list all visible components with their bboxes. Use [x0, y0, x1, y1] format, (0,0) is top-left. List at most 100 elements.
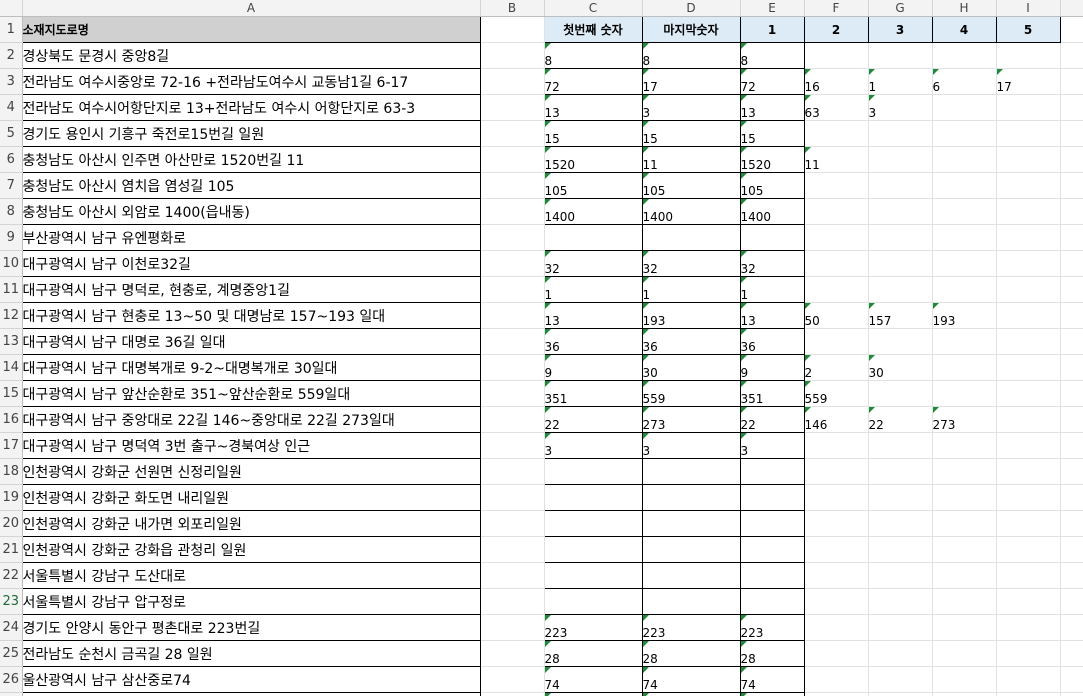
- cell-f18[interactable]: [804, 458, 869, 485]
- cell-a14[interactable]: 대구광역시 남구 대명복개로 9-2~대명복개로 30일대: [22, 354, 481, 381]
- cell-e6[interactable]: 1520: [740, 146, 805, 173]
- cell-b14[interactable]: [480, 354, 545, 381]
- cell-c24[interactable]: 223: [544, 614, 643, 641]
- cell-b19[interactable]: [480, 484, 545, 511]
- cell-h11[interactable]: [932, 276, 997, 303]
- column-header-i[interactable]: I: [996, 0, 1061, 17]
- cell-i27[interactable]: [996, 692, 1061, 696]
- cell-e13[interactable]: 36: [740, 328, 805, 355]
- cell-c4[interactable]: 13: [544, 94, 643, 121]
- cell-j16[interactable]: [1060, 406, 1083, 433]
- cell-h17[interactable]: [932, 432, 997, 459]
- cell-j17[interactable]: [1060, 432, 1083, 459]
- cell-g7[interactable]: [868, 172, 933, 199]
- cell-b18[interactable]: [480, 458, 545, 485]
- cell-g4[interactable]: 3: [868, 94, 933, 121]
- cell-i26[interactable]: [996, 666, 1061, 693]
- cell-h2[interactable]: [932, 42, 997, 69]
- column-header-a[interactable]: A: [22, 0, 481, 17]
- cell-e8[interactable]: 1400: [740, 198, 805, 225]
- cell-e1[interactable]: 1: [740, 16, 805, 43]
- cell-a8[interactable]: 충청남도 아산시 외암로 1400(읍내동): [22, 198, 481, 225]
- cell-g11[interactable]: [868, 276, 933, 303]
- column-header-h[interactable]: H: [932, 0, 997, 17]
- cell-j5[interactable]: [1060, 120, 1083, 147]
- cell-f26[interactable]: [804, 666, 869, 693]
- cell-a26[interactable]: 울산광역시 남구 삼산중로74: [22, 666, 481, 693]
- cell-h21[interactable]: [932, 536, 997, 563]
- cell-f21[interactable]: [804, 536, 869, 563]
- cell-a12[interactable]: 대구광역시 남구 현충로 13~50 및 대명남로 157~193 일대: [22, 302, 481, 329]
- cell-b20[interactable]: [480, 510, 545, 537]
- row-header-7[interactable]: 7: [0, 172, 23, 199]
- cell-d3[interactable]: 17: [642, 68, 741, 95]
- cell-f5[interactable]: [804, 120, 869, 147]
- cell-i16[interactable]: [996, 406, 1061, 433]
- cell-a1[interactable]: 소재지도로명: [22, 16, 481, 43]
- cell-j2[interactable]: [1060, 42, 1083, 69]
- cell-h18[interactable]: [932, 458, 997, 485]
- cell-d12[interactable]: 193: [642, 302, 741, 329]
- cell-g13[interactable]: [868, 328, 933, 355]
- cell-c18[interactable]: [544, 458, 643, 485]
- cell-i14[interactable]: [996, 354, 1061, 381]
- cell-a4[interactable]: 전라남도 여수시어항단지로 13+전라남도 여수시 어항단지로 63-3: [22, 94, 481, 121]
- cell-j13[interactable]: [1060, 328, 1083, 355]
- cell-b25[interactable]: [480, 640, 545, 667]
- cell-h5[interactable]: [932, 120, 997, 147]
- cell-g6[interactable]: [868, 146, 933, 173]
- cell-a15[interactable]: 대구광역시 남구 앞산순환로 351~앞산순환로 559일대: [22, 380, 481, 407]
- row-header-23[interactable]: 23: [0, 588, 23, 615]
- cell-i25[interactable]: [996, 640, 1061, 667]
- cell-a18[interactable]: 인천광역시 강화군 선원면 신정리일원: [22, 458, 481, 485]
- cell-a17[interactable]: 대구광역시 남구 명덕역 3번 출구~경북여상 인근: [22, 432, 481, 459]
- cell-b5[interactable]: [480, 120, 545, 147]
- cell-c5[interactable]: 15: [544, 120, 643, 147]
- cell-b6[interactable]: [480, 146, 545, 173]
- row-header-5[interactable]: 5: [0, 120, 23, 147]
- cell-h23[interactable]: [932, 588, 997, 615]
- row-header-4[interactable]: 4: [0, 94, 23, 121]
- row-header-14[interactable]: 14: [0, 354, 23, 381]
- cell-g10[interactable]: [868, 250, 933, 277]
- cell-d14[interactable]: 30: [642, 354, 741, 381]
- column-header-g[interactable]: G: [868, 0, 933, 17]
- cell-h9[interactable]: [932, 224, 997, 251]
- cell-c10[interactable]: 32: [544, 250, 643, 277]
- cell-a2[interactable]: 경상북도 문경시 중앙8길: [22, 42, 481, 69]
- cell-d4[interactable]: 3: [642, 94, 741, 121]
- cell-f8[interactable]: [804, 198, 869, 225]
- cell-a5[interactable]: 경기도 용인시 기흥구 죽전로15번길 일원: [22, 120, 481, 147]
- row-header-17[interactable]: 17: [0, 432, 23, 459]
- cell-f19[interactable]: [804, 484, 869, 511]
- cell-f17[interactable]: [804, 432, 869, 459]
- cell-f20[interactable]: [804, 510, 869, 537]
- cell-f14[interactable]: 2: [804, 354, 869, 381]
- cell-f1[interactable]: 2: [804, 16, 869, 43]
- row-header-16[interactable]: 16: [0, 406, 23, 433]
- row-header-8[interactable]: 8: [0, 198, 23, 225]
- cell-e14[interactable]: 9: [740, 354, 805, 381]
- cell-f24[interactable]: [804, 614, 869, 641]
- cell-e22[interactable]: [740, 562, 805, 589]
- cell-a19[interactable]: 인천광역시 강화군 화도면 내리일원: [22, 484, 481, 511]
- cell-c27[interactable]: [544, 692, 643, 696]
- cell-d23[interactable]: [642, 588, 741, 615]
- cell-b26[interactable]: [480, 666, 545, 693]
- cell-c20[interactable]: [544, 510, 643, 537]
- row-header-13[interactable]: 13: [0, 328, 23, 355]
- cell-h13[interactable]: [932, 328, 997, 355]
- cell-a11[interactable]: 대구광역시 남구 명덕로, 현충로, 계명중앙1길: [22, 276, 481, 303]
- cell-b7[interactable]: [480, 172, 545, 199]
- cell-d17[interactable]: 3: [642, 432, 741, 459]
- cell-g16[interactable]: 22: [868, 406, 933, 433]
- cell-e12[interactable]: 13: [740, 302, 805, 329]
- cell-e17[interactable]: 3: [740, 432, 805, 459]
- cell-g25[interactable]: [868, 640, 933, 667]
- cell-c15[interactable]: 351: [544, 380, 643, 407]
- cell-a9[interactable]: 부산광역시 남구 유엔평화로: [22, 224, 481, 251]
- cell-b8[interactable]: [480, 198, 545, 225]
- cell-d6[interactable]: 11: [642, 146, 741, 173]
- row-header-25[interactable]: 25: [0, 640, 23, 667]
- cell-g26[interactable]: [868, 666, 933, 693]
